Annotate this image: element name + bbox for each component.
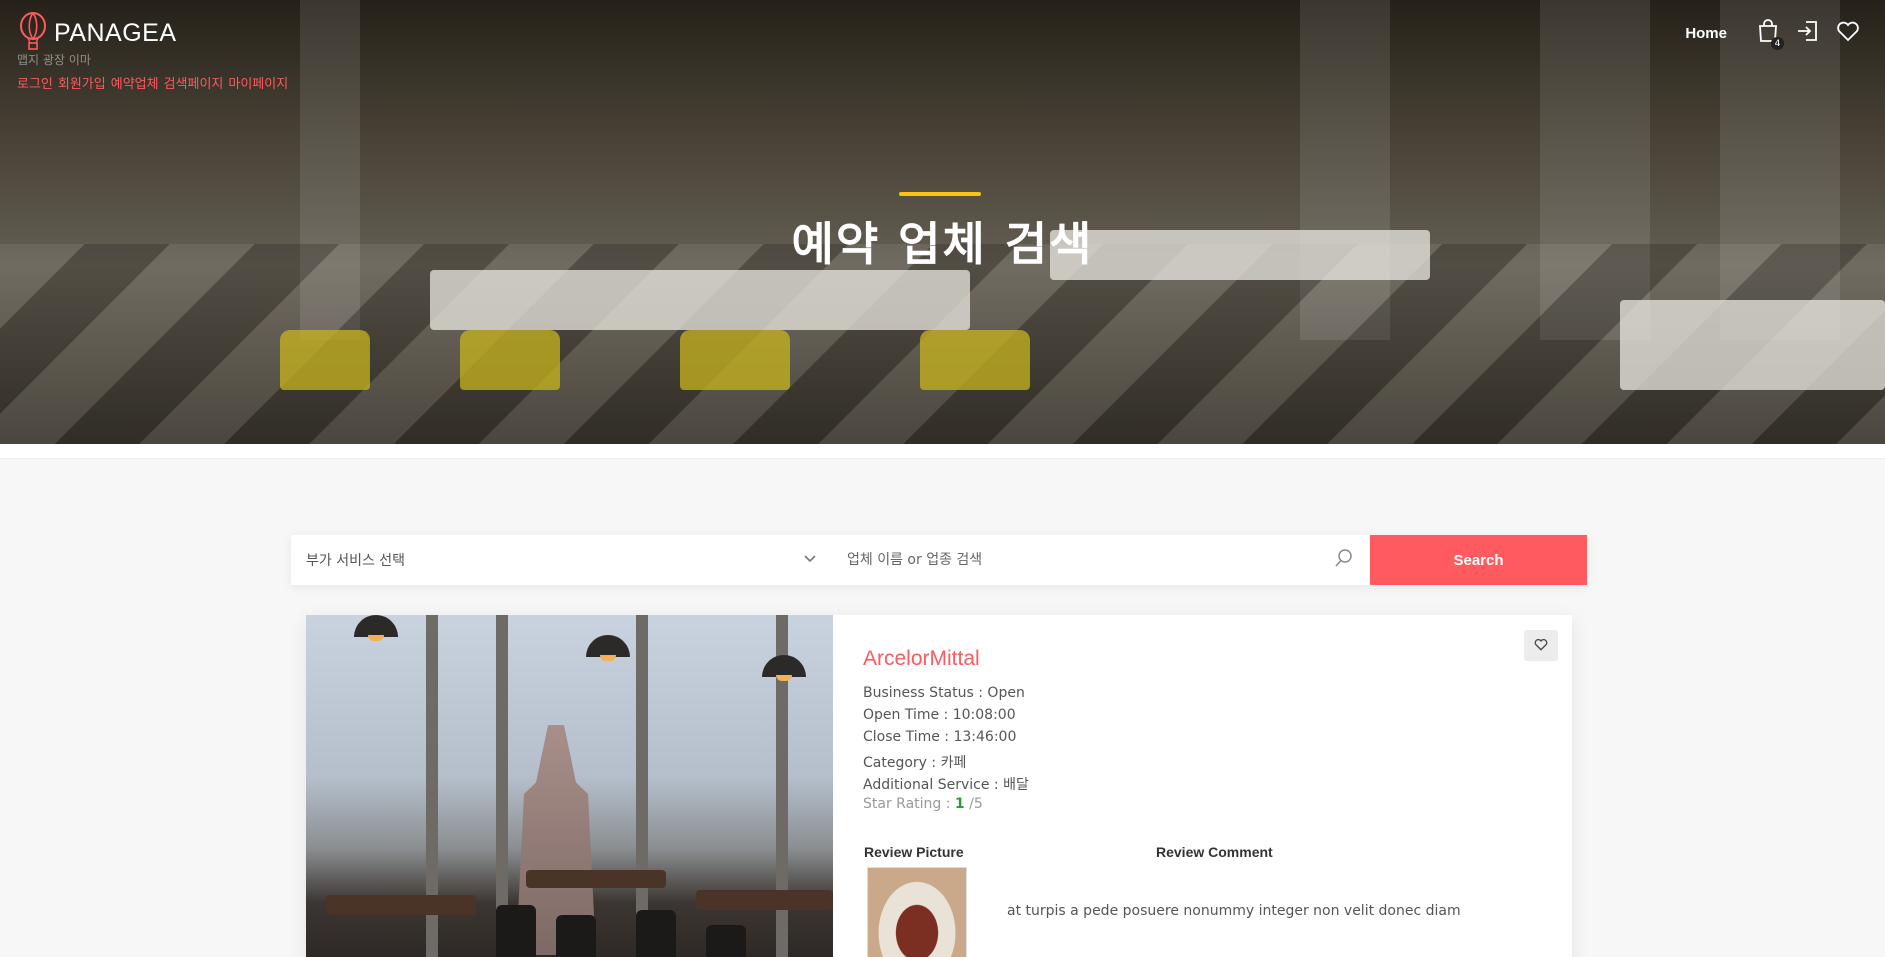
balloon-icon (18, 12, 48, 54)
star-rating-row: Star Rating : 1 /5 (863, 796, 983, 812)
additional-service-label: Additional Service : (863, 777, 999, 793)
business-status-value: Open (987, 685, 1025, 701)
wishlist-button[interactable] (1835, 20, 1861, 46)
photo-table (526, 870, 666, 888)
star-rating-value: 1 (954, 796, 965, 812)
sign-in-icon (1796, 19, 1820, 47)
cart-count-badge: 4 (1771, 37, 1784, 50)
hero-chair (460, 330, 560, 390)
hero-chair (280, 330, 370, 390)
category-label: Category : (863, 755, 937, 771)
header-faded-text: 맵지 광장 이마 (17, 53, 91, 67)
photo-pillar (636, 615, 648, 957)
nav-reservation-link[interactable]: 예약업체 (111, 73, 159, 92)
cart-button[interactable]: 4 (1755, 19, 1784, 50)
nav-signup-link[interactable]: 회원가입 (58, 73, 106, 92)
hero-table (430, 270, 970, 330)
heart-icon (1836, 20, 1860, 46)
sub-navigation: 로그인 회원가입 예약업체 검색페이지 마이페이지 (17, 73, 288, 92)
additional-service-select[interactable]: 부가 서비스 선택 (291, 535, 831, 585)
photo-table (326, 895, 476, 915)
login-button[interactable] (1795, 20, 1821, 46)
review-comment-text: at turpis a pede posuere nonummy integer… (1007, 903, 1461, 919)
photo-lamp (762, 655, 806, 681)
heart-icon (1534, 636, 1548, 655)
hero-chair (920, 330, 1030, 390)
category-row: Category : 카페 (863, 752, 966, 772)
hero-table (1620, 300, 1885, 390)
photo-chair (496, 905, 536, 957)
add-to-wishlist-button[interactable] (1524, 630, 1558, 661)
photo-lamp (354, 615, 398, 641)
business-status-label: Business Status : (863, 685, 983, 701)
additional-service-value: 배달 (1003, 777, 1029, 793)
page-title: 예약 업체 검색 (791, 217, 1094, 271)
open-time-value: 10:08:00 (952, 707, 1016, 723)
result-card[interactable]: ArcelorMittal Business Status : Open Ope… (306, 615, 1572, 957)
nav-mypage-link[interactable]: 마이페이지 (228, 73, 288, 92)
open-time-row: Open Time : 10:08:00 (863, 707, 1016, 723)
business-status-row: Business Status : Open (863, 685, 1025, 701)
hero-chair (680, 330, 790, 390)
category-value: 카페 (940, 755, 967, 771)
star-rating-label: Star Rating : (863, 796, 951, 812)
review-picture-heading: Review Picture (864, 844, 964, 860)
nav-search-page-link[interactable]: 검색페이지 (164, 73, 224, 92)
search-input-wrapper (831, 535, 1370, 585)
select-label: 부가 서비스 선택 (306, 553, 406, 569)
open-time-label: Open Time : (863, 707, 949, 723)
nav-login-link[interactable]: 로그인 (17, 73, 53, 92)
star-rating-max: /5 (969, 796, 983, 812)
photo-chair (556, 915, 596, 957)
hero-accent-bar (899, 192, 981, 196)
top-navigation: Home 4 (1685, 19, 1861, 50)
close-time-value: 13:46:00 (953, 729, 1017, 745)
additional-service-row: Additional Service : 배달 (863, 774, 1029, 794)
review-picture[interactable] (867, 867, 967, 957)
store-photo (306, 615, 833, 957)
photo-table (696, 890, 833, 910)
home-link[interactable]: Home (1685, 25, 1727, 42)
hero-banner: PANAGEA 맵지 광장 이마 로그인 회원가입 예약업체 검색페이지 마이페… (0, 0, 1885, 444)
store-name[interactable]: ArcelorMittal (863, 647, 980, 671)
search-input[interactable] (847, 552, 1334, 568)
close-time-label: Close Time : (863, 729, 950, 745)
chevron-down-icon (803, 552, 817, 568)
photo-chair (706, 925, 746, 957)
photo-chair (636, 910, 676, 957)
brand-name: PANAGEA (54, 18, 177, 47)
search-icon[interactable] (1334, 548, 1354, 572)
brand-logo[interactable]: PANAGEA (18, 12, 177, 54)
search-bar: 부가 서비스 선택 Search (291, 535, 1587, 585)
review-comment-heading: Review Comment (1156, 844, 1273, 860)
hero-divider-band (0, 444, 1885, 459)
close-time-row: Close Time : 13:46:00 (863, 729, 1016, 745)
search-button[interactable]: Search (1370, 535, 1587, 585)
photo-lamp (586, 635, 630, 661)
